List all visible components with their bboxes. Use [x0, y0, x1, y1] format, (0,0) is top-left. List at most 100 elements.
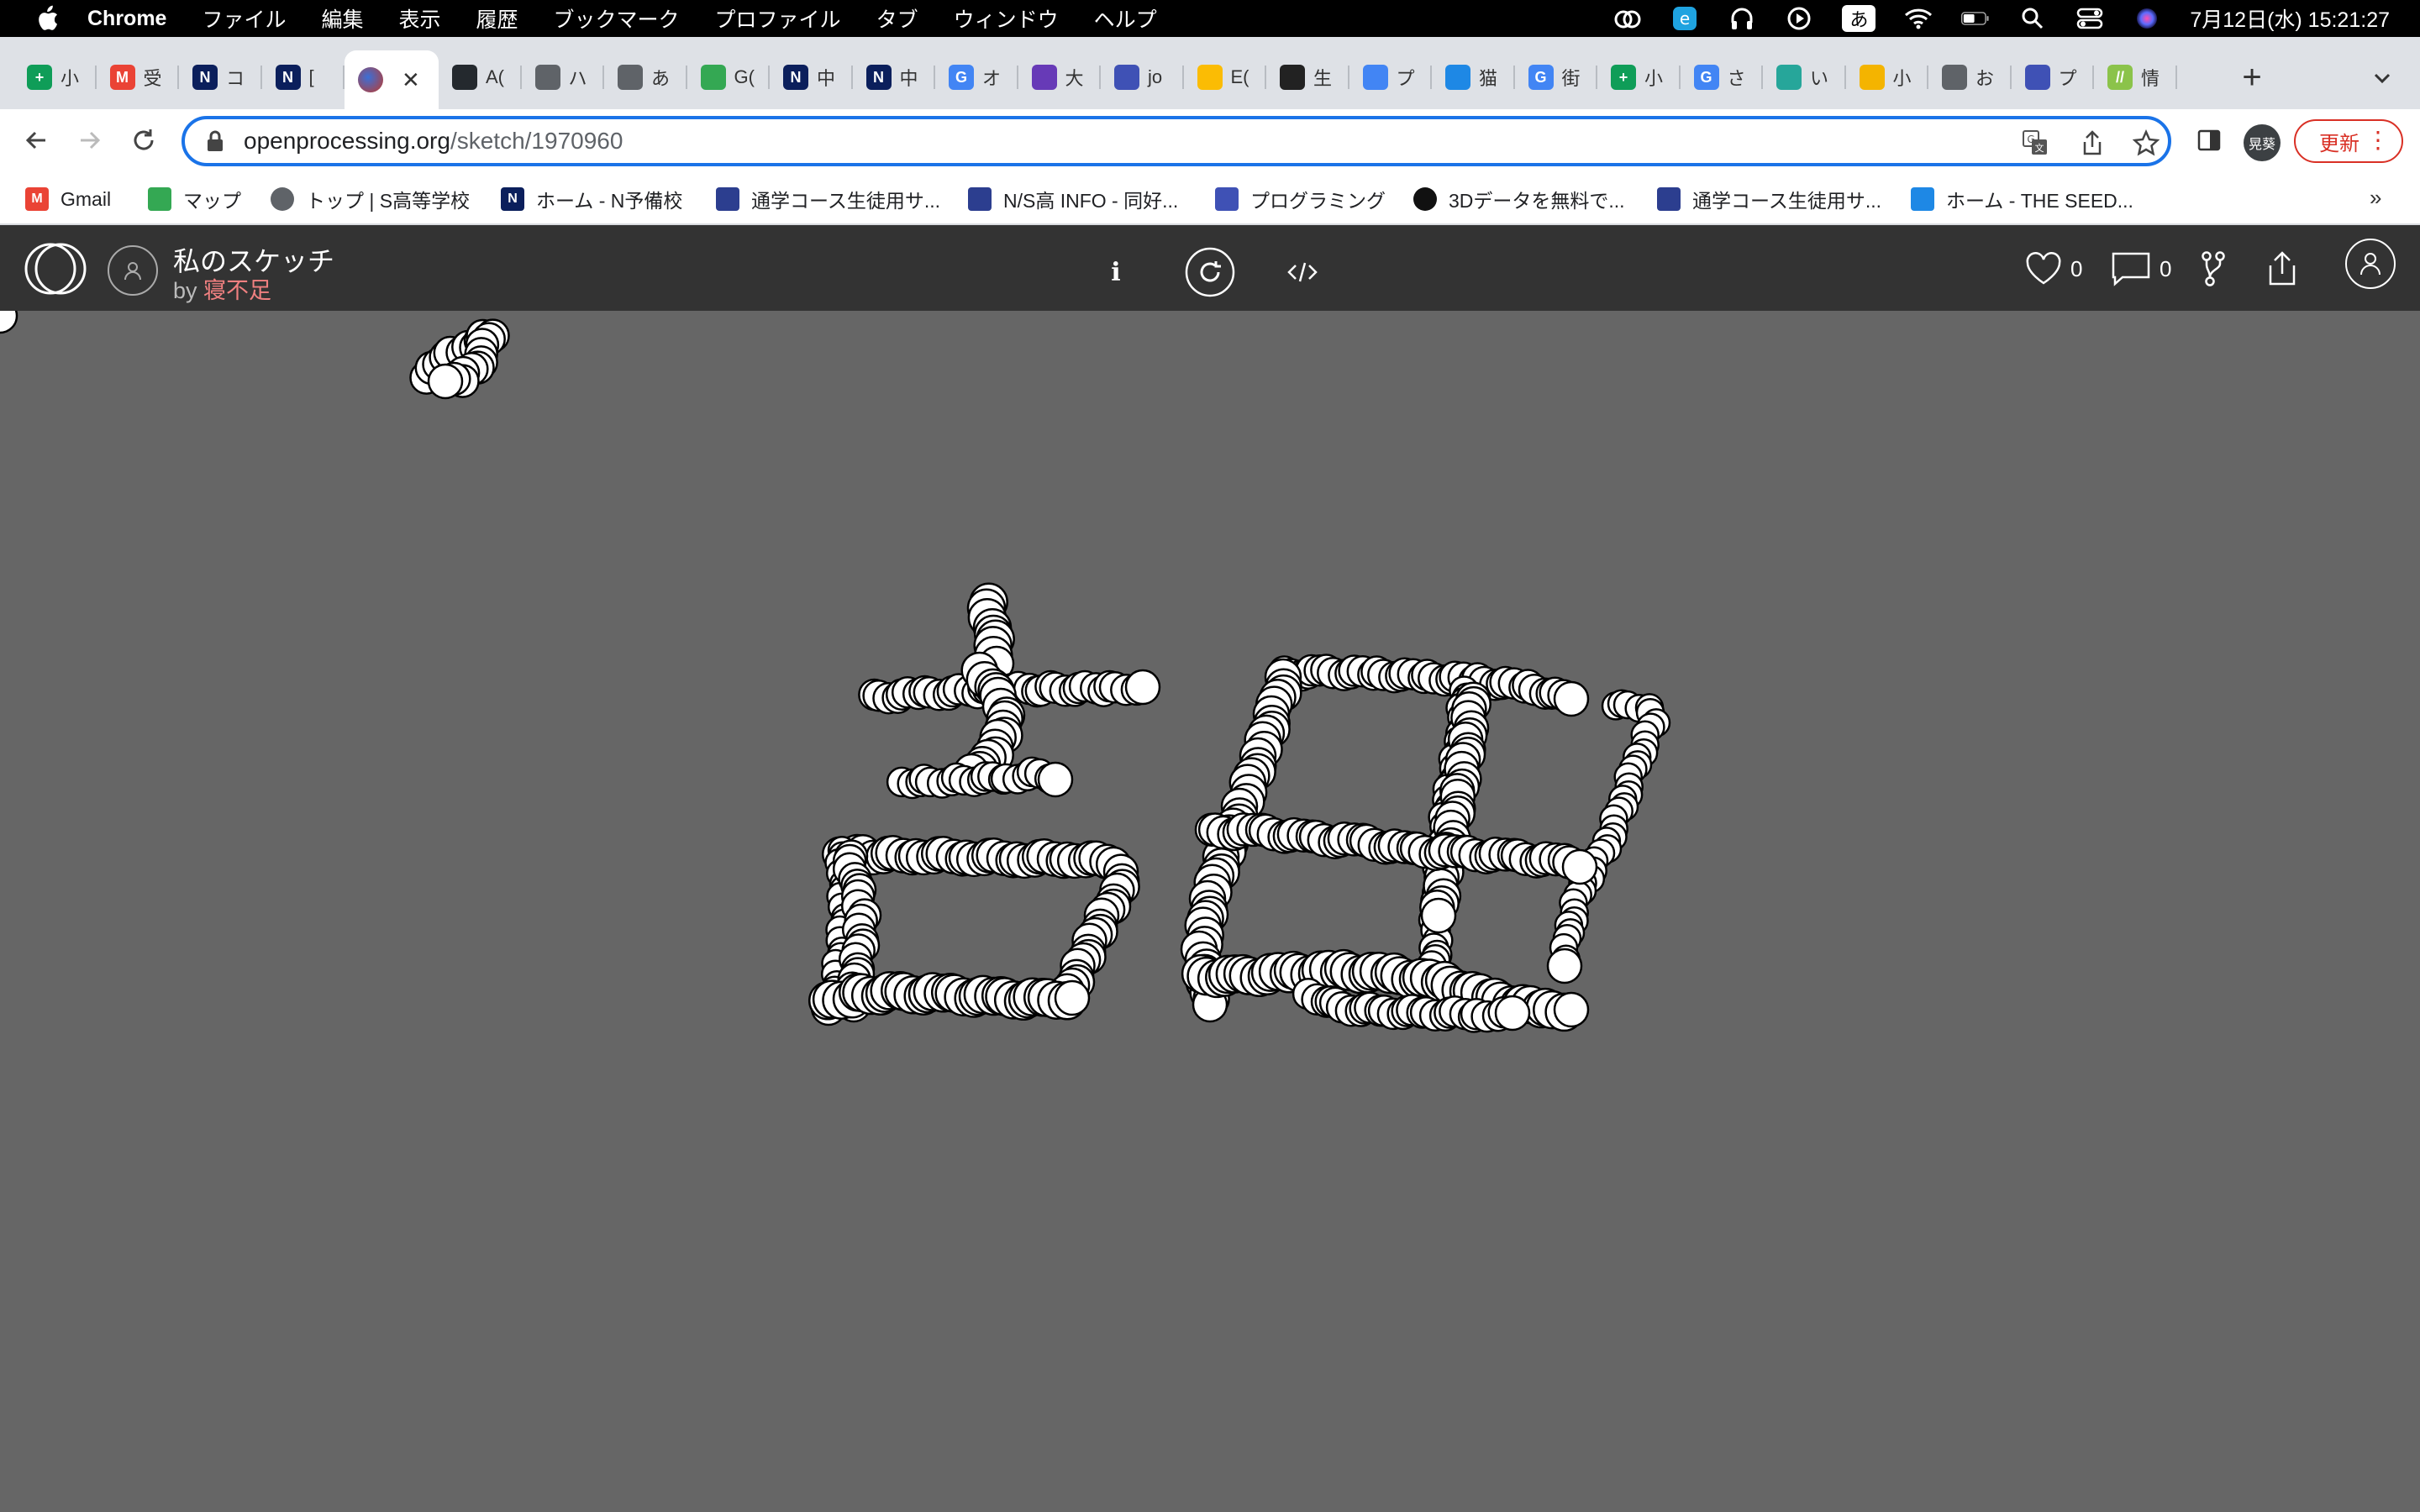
user-icon — [2345, 239, 2396, 289]
tab[interactable]: プ — [1349, 55, 1432, 99]
bookmark-item[interactable]: 3Dデータを無料で... — [1413, 185, 1625, 213]
code-button[interactable] — [1277, 247, 1328, 297]
headphones-icon[interactable] — [1728, 6, 1756, 31]
openprocessing-logo-icon[interactable] — [24, 242, 87, 296]
input-method-indicator[interactable]: あ — [1842, 5, 1876, 32]
menu-window[interactable]: ウィンドウ — [954, 3, 1059, 34]
menu-profiles[interactable]: プロファイル — [715, 3, 841, 34]
bookmark-item[interactable]: N/S高 INFO - 同好... — [968, 185, 1178, 213]
tab[interactable]: E( — [1184, 55, 1266, 99]
profile-avatar[interactable]: 晃葵 — [2244, 124, 2281, 161]
tab[interactable]: G街 — [1515, 55, 1597, 99]
restart-button[interactable] — [1185, 247, 1235, 297]
bookmark-item[interactable]: N ホーム - N予備校 — [501, 185, 682, 213]
tab-title: 受 — [143, 68, 162, 89]
fork-button[interactable] — [2200, 249, 2227, 289]
tab[interactable]: ハ — [522, 55, 604, 99]
author-link[interactable]: 寝不足 — [203, 278, 271, 303]
tab[interactable]: jo — [1101, 55, 1184, 99]
tab[interactable]: A( — [439, 55, 522, 99]
menu-view[interactable]: 表示 — [399, 3, 441, 34]
bookmark-item[interactable]: トップ | S高等学校 — [271, 185, 470, 213]
siri-icon[interactable] — [2133, 6, 2161, 31]
edge-icon[interactable]: e — [1670, 6, 1699, 31]
byline-prefix: by — [173, 278, 197, 303]
bookmark-item[interactable]: 通学コース生徒用サ... — [1657, 185, 1881, 213]
tab[interactable]: 大 — [1018, 55, 1101, 99]
translate-icon[interactable]: G文 — [2020, 128, 2050, 158]
menubar-datetime[interactable]: 7月12日(水) 15:21:27 — [2190, 3, 2390, 34]
tab[interactable]: Nコ — [179, 55, 262, 99]
tab-active[interactable]: ✕ — [345, 50, 439, 109]
tab-close-icon[interactable]: ✕ — [402, 67, 420, 93]
tab-search-chevron-icon[interactable] — [2370, 66, 2395, 91]
tab[interactable]: プ — [2012, 55, 2094, 99]
tab[interactable]: あ — [604, 55, 687, 99]
tab[interactable]: N中 — [770, 55, 853, 99]
comments-button[interactable]: 0 — [2111, 249, 2171, 289]
tab-title: ハ — [568, 68, 587, 89]
update-button[interactable]: 更新 ⋮ — [2294, 119, 2403, 163]
address-bar[interactable]: openprocessing.org/sketch/1970960 G文 — [182, 116, 2171, 166]
tab[interactable]: N中 — [853, 55, 935, 99]
bookmark-star-icon[interactable] — [2131, 128, 2161, 158]
share-icon[interactable] — [2077, 128, 2107, 158]
tab[interactable]: 生 — [1266, 55, 1349, 99]
back-button[interactable] — [17, 121, 55, 160]
apple-icon[interactable] — [32, 3, 62, 34]
tab[interactable]: + 小 — [1597, 55, 1681, 99]
tab[interactable]: // 情 — [2094, 55, 2177, 99]
tab[interactable]: N[ — [262, 55, 345, 99]
forward-button[interactable] — [71, 121, 109, 160]
menu-tab[interactable]: タブ — [876, 3, 918, 34]
brush-stroke — [1194, 812, 1598, 885]
new-tab-button[interactable]: + — [2235, 60, 2269, 94]
menu-help[interactable]: ヘルプ — [1094, 3, 1157, 34]
n-icon: N — [501, 187, 524, 211]
tab[interactable]: Gさ — [1681, 55, 1763, 99]
bookmark-label: Gmail — [60, 187, 112, 210]
bookmark-item[interactable]: ホーム - THE SEED... — [1911, 185, 2133, 213]
tab-favicon-icon — [358, 67, 383, 92]
side-panel-button[interactable] — [2190, 121, 2228, 160]
creative-cloud-icon[interactable] — [1613, 6, 1642, 31]
author-avatar-icon[interactable] — [108, 245, 158, 296]
bookmark-item[interactable]: プログラミング — [1215, 185, 1386, 213]
play-icon[interactable] — [1785, 6, 1813, 31]
battery-icon[interactable] — [1961, 6, 1990, 31]
brush-stroke — [808, 971, 1091, 1021]
menu-file[interactable]: ファイル — [202, 3, 286, 34]
bookmarks-overflow-icon[interactable]: » — [2370, 185, 2381, 211]
wifi-icon[interactable] — [1904, 6, 1933, 31]
tab[interactable]: M受 — [97, 55, 179, 99]
sketch-canvas[interactable] — [0, 311, 2420, 1512]
like-button[interactable]: 0 — [2025, 249, 2082, 289]
tab[interactable]: い — [1763, 55, 1846, 99]
user-account-button[interactable] — [2344, 239, 2396, 289]
spotlight-search-icon[interactable] — [2018, 6, 2047, 31]
share-button[interactable] — [2264, 249, 2301, 289]
control-center-icon[interactable] — [2075, 6, 2104, 31]
tab[interactable]: Gオ — [935, 55, 1018, 99]
tab[interactable]: G( — [687, 55, 770, 99]
maps-icon — [148, 187, 171, 211]
tab-title: お — [1975, 68, 1995, 89]
bookmark-label: トップ | S高等学校 — [306, 190, 471, 212]
info-button[interactable]: i — [1091, 247, 1141, 297]
reload-button[interactable] — [124, 121, 163, 160]
tab[interactable]: お — [1928, 55, 2012, 99]
tab[interactable]: 小 — [1846, 55, 1928, 99]
bookmark-item[interactable]: マップ — [148, 185, 241, 213]
menu-history[interactable]: 履歴 — [476, 3, 518, 34]
tab[interactable]: 猫 — [1432, 55, 1515, 99]
menu-edit[interactable]: 編集 — [321, 3, 363, 34]
more-menu-icon[interactable]: ⋮ — [2366, 128, 2390, 153]
url-text[interactable]: openprocessing.org/sketch/1970960 — [244, 128, 623, 155]
bookmark-item[interactable]: M Gmail — [25, 185, 111, 213]
brush-stroke — [1268, 654, 1590, 717]
tab[interactable]: + 小 — [13, 55, 97, 99]
bookmark-item[interactable]: 通学コース生徒用サ... — [716, 185, 940, 213]
menu-app-name[interactable]: Chrome — [87, 7, 166, 31]
lock-icon[interactable] — [205, 129, 225, 153]
menu-bookmarks[interactable]: ブックマーク — [554, 3, 680, 34]
